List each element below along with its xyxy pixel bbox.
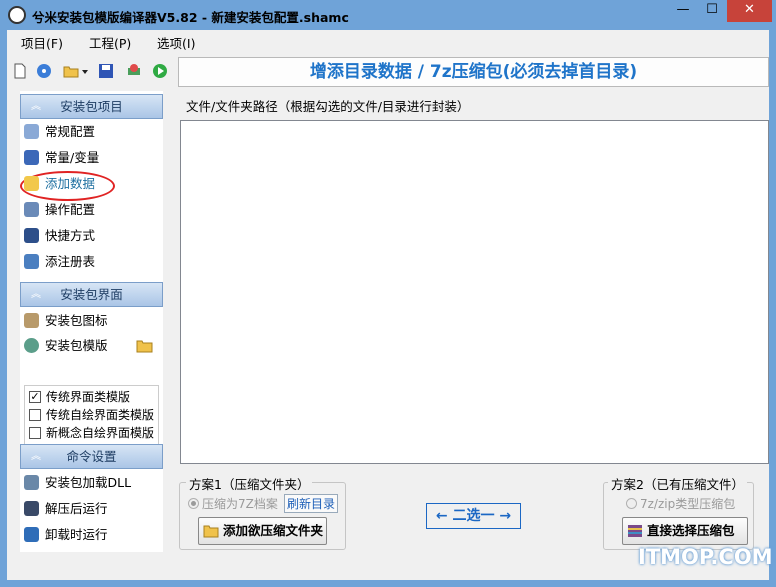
- sidebar: ︽ 安装包项目 常规配置 常量/变量 添加数据 操作配置 快捷方式 添注册表 ︽ 安…: [20, 91, 163, 552]
- section-label: 安装包项目: [60, 99, 123, 114]
- add-data-icon: [24, 176, 39, 191]
- sidebar-item-label: 安装包图标: [45, 313, 108, 328]
- package-icon: [24, 313, 39, 328]
- run-after-icon: [24, 501, 39, 516]
- sidebar-item-template[interactable]: 安装包模版: [24, 335, 161, 357]
- app-icon: [8, 6, 26, 24]
- template-list: ✓ 传统界面类模版 传统自绘界面类模版 新概念自绘界面模版: [24, 385, 159, 449]
- section-commands[interactable]: ︽ 命令设置: [20, 444, 163, 469]
- radio-selected[interactable]: [188, 498, 199, 509]
- sidebar-item-label: 安装包加载DLL: [45, 475, 132, 490]
- variables-icon: [24, 150, 39, 165]
- dropdown-arrow-icon[interactable]: [81, 63, 89, 79]
- toolbar: [7, 56, 177, 86]
- maximize-button[interactable]: ☐: [698, 0, 726, 22]
- menu-engineering[interactable]: 工程(P): [89, 33, 131, 52]
- settings-icon: [24, 124, 39, 139]
- button-label: 添加欲压缩文件夹: [223, 523, 324, 538]
- chevron-up-icon: ︽: [31, 101, 41, 112]
- run-icon[interactable]: [152, 63, 168, 79]
- checkbox[interactable]: [29, 427, 41, 439]
- title-bar: 兮米安装包模版编译器V5.82 - 新建安装包配置.shamc — ☐ ✕: [0, 0, 776, 30]
- sidebar-item-registry[interactable]: 添注册表: [24, 251, 161, 273]
- checkbox[interactable]: [29, 409, 41, 421]
- sidebar-item-label: 常规配置: [45, 124, 96, 139]
- window-title: 兮米安装包模版编译器V5.82 - 新建安装包配置.shamc: [32, 10, 349, 25]
- sidebar-item-add-data[interactable]: 添加数据: [20, 171, 161, 201]
- operations-icon: [24, 202, 39, 217]
- section-label: 安装包界面: [60, 287, 123, 302]
- close-button[interactable]: ✕: [727, 0, 772, 22]
- section-installer-ui[interactable]: ︽ 安装包界面: [20, 282, 163, 307]
- app-window: 兮米安装包模版编译器V5.82 - 新建安装包配置.shamc — ☐ ✕ 项目…: [0, 0, 776, 587]
- sidebar-item-variables[interactable]: 常量/变量: [24, 147, 161, 169]
- plan1-radio[interactable]: 压缩为7Z档案: [188, 495, 278, 512]
- refresh-directory-button[interactable]: 刷新目录: [284, 494, 339, 513]
- open-folder-icon[interactable]: [63, 63, 79, 79]
- chevron-up-icon: ︽: [31, 289, 41, 300]
- radio[interactable]: [626, 498, 637, 509]
- registry-icon: [24, 254, 39, 269]
- archive-icon: [628, 525, 642, 537]
- checkbox-checked[interactable]: ✓: [29, 391, 41, 403]
- sidebar-item-label: 添注册表: [45, 254, 96, 269]
- radio-label: 7z/zip类型压缩包: [640, 497, 736, 511]
- menu-project[interactable]: 项目(F): [21, 33, 63, 52]
- uninstall-icon: [24, 527, 39, 542]
- watermark: ITMOP.COM: [638, 545, 773, 569]
- chevron-up-icon: ︽: [31, 451, 41, 462]
- sidebar-item-operations[interactable]: 操作配置: [24, 199, 161, 221]
- shortcut-icon: [24, 228, 39, 243]
- folder-icon: [203, 525, 219, 538]
- add-compress-folder-button[interactable]: 添加欲压缩文件夹: [198, 517, 327, 545]
- open-folder-icon[interactable]: [136, 338, 153, 353]
- template-icon: [24, 338, 39, 353]
- button-label: 直接选择压缩包: [647, 523, 735, 538]
- choose-archive-button[interactable]: 直接选择压缩包: [622, 517, 748, 545]
- sidebar-item-run-on-uninstall[interactable]: 卸载时运行: [24, 524, 161, 546]
- file-tree-area[interactable]: [180, 120, 769, 464]
- template-label: 传统自绘界面类模版: [46, 408, 155, 422]
- menu-options[interactable]: 选项(I): [157, 33, 195, 52]
- plan2-radio[interactable]: 7z/zip类型压缩包: [626, 495, 735, 512]
- plan1-group: 方案1（压缩文件夹） 压缩为7Z档案 刷新目录 添加欲压缩文件夹: [179, 474, 346, 550]
- template-label: 传统界面类模版: [46, 390, 131, 404]
- template-label: 新概念自绘界面模版: [46, 426, 155, 440]
- sidebar-item-label: 卸载时运行: [45, 527, 108, 542]
- radio-label: 压缩为7Z档案: [202, 497, 278, 511]
- page-title: 增添目录数据 / 7z压缩包(必须去掉首目录): [178, 57, 769, 87]
- path-label: 文件/文件夹路径（根据勾选的文件/目录进行封装）: [186, 99, 470, 114]
- choose-one-indicator: ← 二选一 →: [426, 503, 521, 529]
- menu-bar: 项目(F) 工程(P) 选项(I): [7, 30, 769, 52]
- dll-icon: [24, 475, 39, 490]
- client-area: 项目(F) 工程(P) 选项(I) 增添目录数据 / 7z压缩包(必须去掉首目录…: [7, 30, 769, 580]
- sidebar-item-shortcuts[interactable]: 快捷方式: [24, 225, 161, 247]
- sidebar-item-load-dll[interactable]: 安装包加载DLL: [24, 472, 161, 494]
- section-label: 命令设置: [66, 449, 117, 464]
- save-icon[interactable]: [98, 63, 114, 79]
- plan2-title: 方案2（已有压缩文件）: [608, 474, 747, 493]
- plan1-title: 方案1（压缩文件夹）: [186, 474, 313, 493]
- disc-icon[interactable]: [36, 63, 52, 79]
- sidebar-item-label: 解压后运行: [45, 501, 108, 516]
- sidebar-item-run-after-extract[interactable]: 解压后运行: [24, 498, 161, 520]
- sidebar-item-label: 快捷方式: [45, 228, 96, 243]
- plan2-group: 方案2（已有压缩文件） 7z/zip类型压缩包 直接选择压缩包: [603, 474, 754, 550]
- sidebar-item-label: 安装包模版: [45, 338, 108, 353]
- sidebar-item-installer-icon[interactable]: 安装包图标: [24, 310, 161, 332]
- sidebar-item-label: 常量/变量: [45, 150, 100, 165]
- sidebar-item-label: 操作配置: [45, 202, 96, 217]
- sidebar-item-label: 添加数据: [45, 176, 96, 191]
- build-icon[interactable]: [126, 63, 142, 79]
- minimize-button[interactable]: —: [669, 0, 697, 22]
- section-installer-project[interactable]: ︽ 安装包项目: [20, 94, 163, 119]
- sidebar-item-general[interactable]: 常规配置: [24, 121, 161, 143]
- new-file-icon[interactable]: [12, 63, 28, 79]
